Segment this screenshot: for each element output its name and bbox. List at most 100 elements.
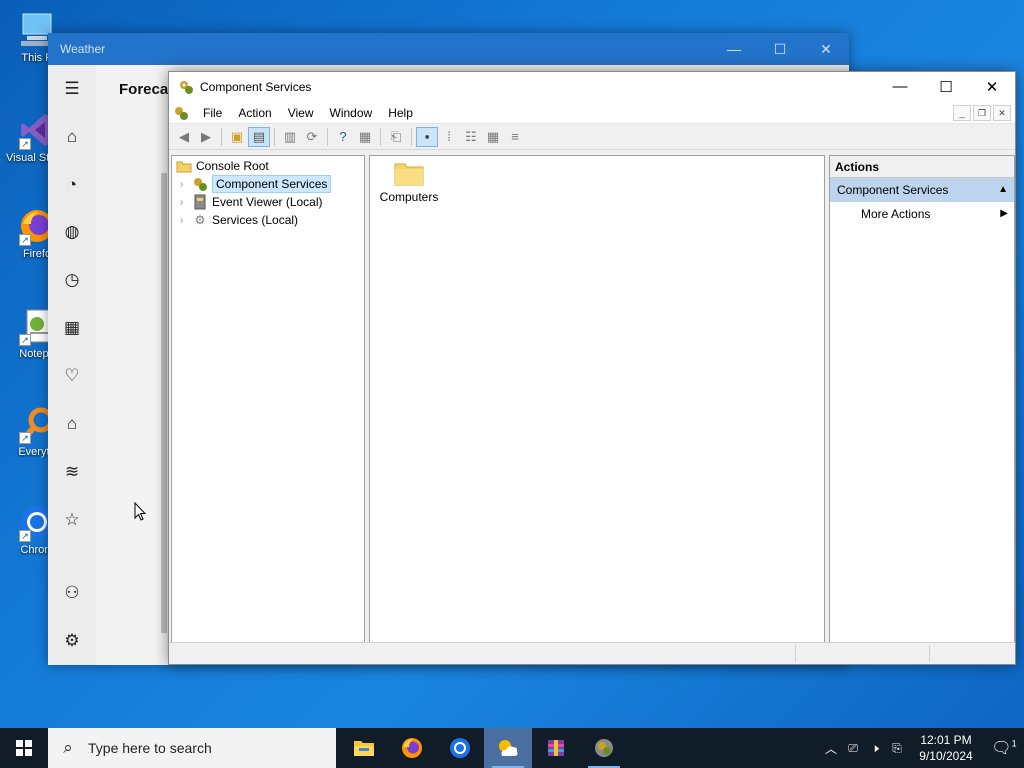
tree-node-label: Event Viewer (Local) [212,195,323,209]
menu-action[interactable]: Action [230,106,279,120]
action-label: More Actions [861,207,931,221]
toolbar-separator [274,127,275,146]
actions-section-component-services[interactable]: Component Services ▲ [830,178,1014,202]
status-view-icon[interactable]: ≡ [504,127,526,147]
folder-icon [394,160,424,186]
action-more-actions[interactable]: More Actions ▶ [830,202,1014,226]
tree-node-label: Console Root [196,159,269,173]
search-placeholder: Type here to search [88,740,212,756]
console-tree: Console Root › Component Services › Even… [171,155,365,643]
collapse-caret-icon[interactable]: ▲ [998,178,1008,202]
refresh-icon[interactable]: ⟳ [301,127,323,147]
mmc-titlebar[interactable]: Component Services — ☐ ✕ [169,72,1015,102]
large-icons-view-icon[interactable]: ▪ [416,126,438,147]
building-icon[interactable]: ⌂ [60,412,84,436]
computers-item[interactable]: Computers [378,160,440,204]
child-restore-button[interactable]: ❐ [973,104,991,121]
search-icon: ⌕ [63,738,73,757]
child-minimize-button[interactable]: _ [953,104,971,121]
expand-chevron-icon[interactable]: › [180,179,192,190]
tree-node-component-services[interactable]: › Component Services [180,175,332,193]
show-hide-console-tree-icon[interactable]: ▤ [248,126,270,147]
speaker-muted-icon[interactable]: 🕨 [864,741,886,756]
properties-icon[interactable]: ⎗ [385,127,407,147]
tree-node-services[interactable]: › ⚙ Services (Local) [180,211,298,229]
taskbar-app[interactable] [532,728,580,768]
maximize-button[interactable]: ☐ [923,78,969,96]
toolbar-separator [380,127,381,146]
forward-arrow-icon[interactable]: ▶ [195,127,217,147]
toolbar: ◀ ▶ ▣ ▤ ▥ ⟳ ? ▦ ⎗ ▪ ⁞ ☷ ▦ ≡ [169,124,1015,150]
menu-icon[interactable]: ☰ [60,77,84,101]
status-divider [795,645,796,662]
home-icon[interactable]: ⌂ [60,125,84,149]
settings-icon[interactable]: ⚙ [60,629,84,653]
chevron-up-icon[interactable]: ︿ [820,740,842,757]
component-services-icon [595,739,613,757]
menu-help[interactable]: Help [380,106,421,120]
taskbar: ⌕ Type here to search ︿ ⎚ 🕨 ⎘ 12:01 PM 9… [0,728,1024,768]
favorites-list-icon[interactable]: ☆ [60,508,84,532]
close-button[interactable]: ✕ [803,41,849,58]
heart-icon[interactable]: ♡ [60,364,84,388]
close-button[interactable]: ✕ [969,78,1015,96]
show-hide-action-pane-icon[interactable]: ▦ [354,127,376,147]
help-icon[interactable]: ? [332,127,354,147]
back-arrow-icon[interactable]: ◀ [173,127,195,147]
menu-window[interactable]: Window [322,106,381,120]
calendar-icon[interactable]: ▦ [60,316,84,340]
taskbar-file-explorer[interactable] [340,728,388,768]
mouse-cursor-icon [134,502,146,521]
input-method-icon[interactable]: ⎘ [886,741,908,756]
menu-view[interactable]: View [280,106,322,120]
folder-icon [176,158,192,174]
weather-titlebar[interactable]: Weather — ☐ ✕ [48,33,849,65]
weather-sidebar: ☰ ⌂ ◔ ◍ ◷ ▦ ♡ ⌂ ≋ ☆ ⚇ ⚙ [48,65,96,665]
component-services-icon [180,81,193,94]
taskbar-component-services[interactable] [580,728,628,768]
detail-view-icon[interactable]: ▦ [482,127,504,147]
menu-file[interactable]: File [195,106,230,120]
weather-scrollbar[interactable] [161,173,167,633]
chart-icon[interactable]: ≋ [60,460,84,484]
up-folder-icon[interactable]: ▣ [226,127,248,147]
actions-section-label: Component Services [837,183,949,197]
clock-date: 9/10/2024 [919,749,973,763]
weather-app-icon [499,740,518,756]
minimize-button[interactable]: — [711,41,757,58]
tree-node-event-viewer[interactable]: › Event Viewer (Local) [180,193,323,211]
status-divider [929,645,930,662]
expand-chevron-icon[interactable]: › [180,197,192,208]
firefox-icon [402,738,422,758]
taskbar-search-box[interactable]: ⌕ Type here to search [48,728,336,768]
result-pane: Computers [369,155,825,643]
mmc-system-menu-icon[interactable] [173,105,189,121]
list-view-icon[interactable]: ☷ [460,127,482,147]
radar-icon[interactable]: ◔ [60,173,84,197]
minimize-button[interactable]: — [877,78,923,96]
item-label: Computers [379,190,439,204]
globe-icon[interactable]: ◍ [60,220,84,244]
tree-node-console-root[interactable]: Console Root [176,157,269,175]
child-close-button[interactable]: ✕ [993,104,1011,121]
taskbar-firefox[interactable] [388,728,436,768]
file-explorer-icon [354,741,374,756]
taskbar-clock[interactable]: 12:01 PM 9/10/2024 [908,732,984,764]
notification-center-icon[interactable]: 🗨1 [984,738,1024,758]
taskbar-chrome[interactable] [436,728,484,768]
taskbar-weather[interactable] [484,728,532,768]
expand-chevron-icon[interactable]: › [180,215,192,226]
chrome-icon [450,738,470,758]
component-services-window[interactable]: Component Services — ☐ ✕ File Action Vie… [168,71,1016,665]
export-list-icon[interactable]: ▥ [279,127,301,147]
event-viewer-icon [192,194,208,210]
small-icons-view-icon[interactable]: ⁞ [438,127,460,147]
system-tray: ︿ ⎚ 🕨 ⎘ 12:01 PM 9/10/2024 🗨1 [820,728,1024,768]
clock-icon[interactable]: ◷ [60,268,84,292]
maximize-button[interactable]: ☐ [757,41,803,58]
menu-bar: File Action View Window Help _ ❐ ✕ [169,102,1015,124]
tree-node-label: Component Services [212,175,332,193]
add-user-icon[interactable]: ⚇ [60,581,84,605]
network-icon[interactable]: ⎚ [842,741,864,756]
start-button[interactable] [0,728,48,768]
